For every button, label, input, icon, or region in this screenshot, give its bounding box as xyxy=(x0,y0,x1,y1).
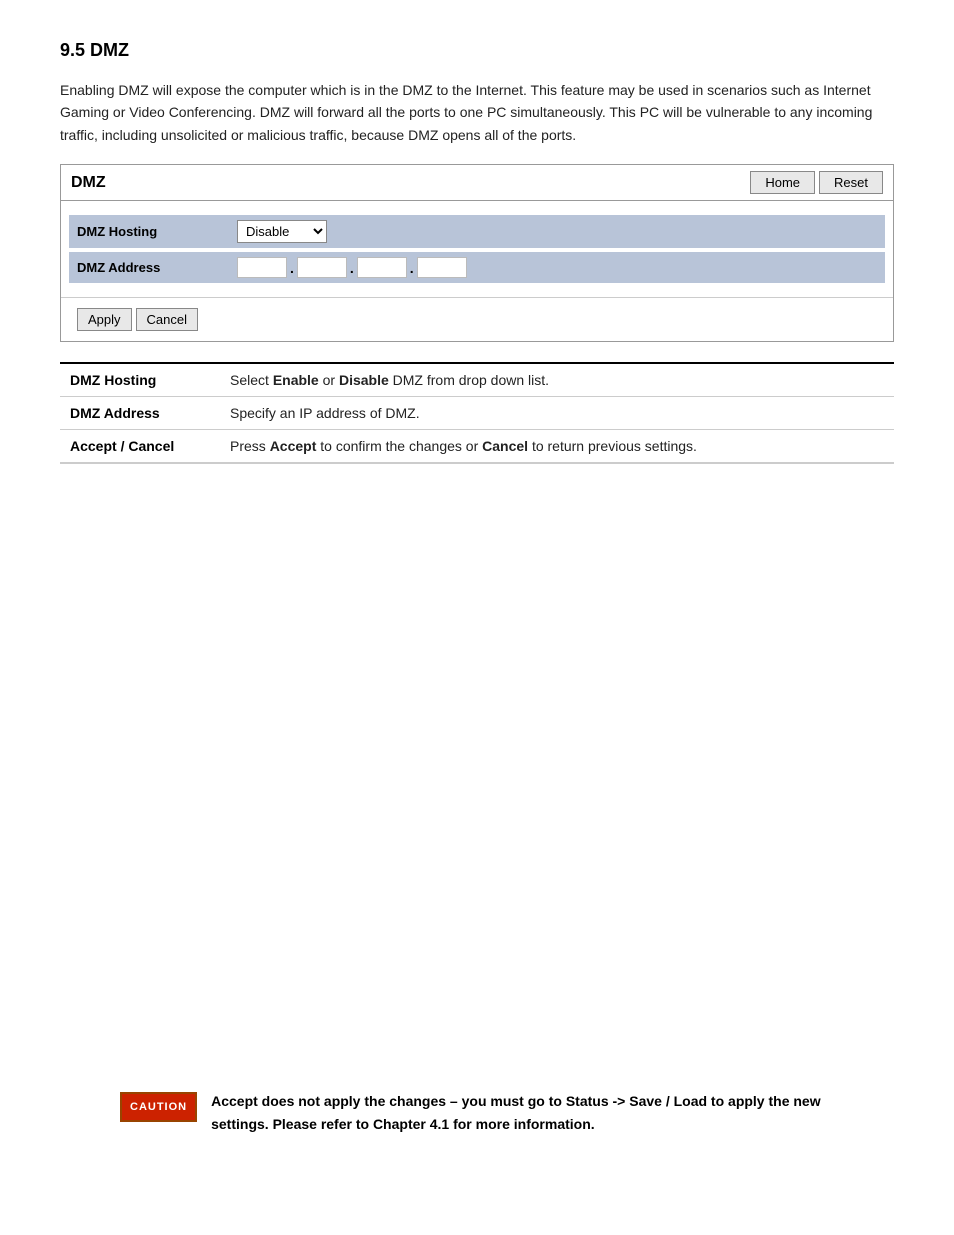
dmz-panel-header: DMZ Home Reset xyxy=(61,165,893,201)
ip-dot-1: . xyxy=(290,260,294,276)
caution-badge: CAUTION xyxy=(120,1092,197,1122)
intro-paragraph: Enabling DMZ will expose the computer wh… xyxy=(60,79,894,146)
dmz-hosting-control: Disable Enable xyxy=(237,220,877,243)
ip-octet-4[interactable] xyxy=(417,257,467,278)
table-row: DMZ Address Specify an IP address of DMZ… xyxy=(60,397,894,430)
dmz-hosting-label: DMZ Hosting xyxy=(77,224,237,239)
ip-octet-2[interactable] xyxy=(297,257,347,278)
ip-address-fields: . . . xyxy=(237,257,467,278)
dmz-header-buttons: Home Reset xyxy=(750,171,883,194)
dmz-address-control: . . . xyxy=(237,257,877,278)
desc-dmz-address: Specify an IP address of DMZ. xyxy=(220,397,894,430)
table-row: Accept / Cancel Press Accept to confirm … xyxy=(60,430,894,464)
desc-accept-cancel: Press Accept to confirm the changes or C… xyxy=(220,430,894,464)
page-title: 9.5 DMZ xyxy=(60,40,894,61)
footer-buttons: Apply Cancel xyxy=(77,308,877,331)
caution-section: CAUTION Accept does not apply the change… xyxy=(120,1070,834,1135)
bold-accept: Accept xyxy=(270,438,317,454)
dmz-address-label: DMZ Address xyxy=(77,260,237,275)
table-row: DMZ Hosting Select Enable or Disable DMZ… xyxy=(60,363,894,397)
dmz-panel-footer: Apply Cancel xyxy=(61,297,893,341)
dmz-panel: DMZ Home Reset DMZ Hosting Disable Enabl… xyxy=(60,164,894,342)
term-accept-cancel: Accept / Cancel xyxy=(60,430,220,464)
home-button[interactable]: Home xyxy=(750,171,815,194)
bold-enable: Enable xyxy=(273,372,319,388)
description-table: DMZ Hosting Select Enable or Disable DMZ… xyxy=(60,362,894,464)
apply-button[interactable]: Apply xyxy=(77,308,132,331)
dmz-address-row: DMZ Address . . . xyxy=(69,252,885,283)
term-dmz-address: DMZ Address xyxy=(60,397,220,430)
caution-text: Accept does not apply the changes – you … xyxy=(211,1090,834,1135)
bold-cancel: Cancel xyxy=(482,438,528,454)
dmz-hosting-select[interactable]: Disable Enable xyxy=(237,220,327,243)
cancel-button[interactable]: Cancel xyxy=(136,308,198,331)
reset-button[interactable]: Reset xyxy=(819,171,883,194)
dmz-panel-title: DMZ xyxy=(71,174,106,192)
dmz-panel-body: DMZ Hosting Disable Enable DMZ Address . xyxy=(61,201,893,297)
desc-dmz-hosting: Select Enable or Disable DMZ from drop d… xyxy=(220,363,894,397)
term-dmz-hosting: DMZ Hosting xyxy=(60,363,220,397)
bold-disable: Disable xyxy=(339,372,389,388)
ip-dot-2: . xyxy=(350,260,354,276)
dmz-hosting-row: DMZ Hosting Disable Enable xyxy=(69,215,885,248)
ip-octet-1[interactable] xyxy=(237,257,287,278)
ip-dot-3: . xyxy=(410,260,414,276)
ip-octet-3[interactable] xyxy=(357,257,407,278)
